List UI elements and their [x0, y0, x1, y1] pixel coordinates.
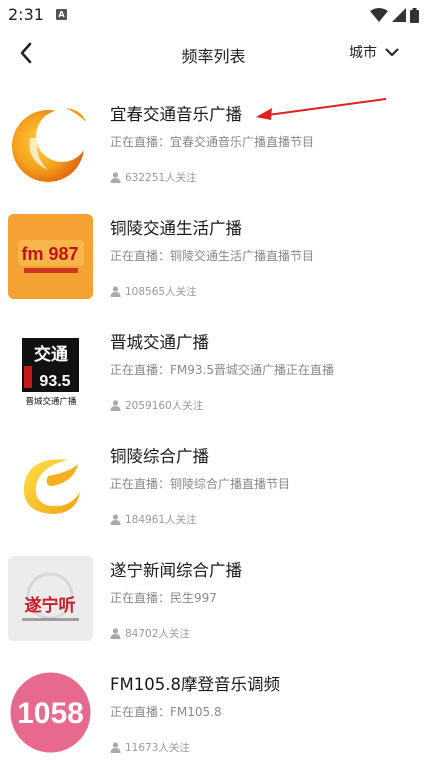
person-icon: [110, 742, 121, 753]
station-live-text: 正在直播：铜陵交通生活广播直播节目: [110, 249, 315, 263]
status-time: 2:31: [8, 5, 44, 24]
follower-count-text: 632251人关注: [125, 172, 197, 184]
person-icon: [110, 514, 121, 525]
person-icon: [110, 400, 121, 411]
station-live-text: 正在直播：铜陵综合广播直播节目: [110, 477, 291, 491]
follower-count: 84702人关注: [110, 626, 190, 641]
fm1058-logo-text: 1058: [17, 697, 84, 730]
signal-icon: [392, 8, 406, 22]
station-logo-fm1058[interactable]: 1058: [8, 670, 93, 755]
follower-count: 632251人关注: [110, 170, 197, 185]
station-name: 晋城交通广播: [110, 333, 209, 352]
status-bar: 2:31 A: [0, 0, 427, 30]
person-icon: [110, 172, 121, 183]
person-icon: [110, 628, 121, 639]
station-live-text: 正在直播：FM93.5晋城交通广播正在直播: [110, 363, 334, 377]
station-live-text: 正在直播：宜春交通音乐广播直播节目: [110, 135, 315, 149]
station-logo-yichun[interactable]: [8, 100, 93, 185]
station-logo-jincheng[interactable]: 交通 93.5 晋城交通广播: [8, 328, 93, 413]
city-filter-button[interactable]: 城市: [349, 42, 399, 62]
annotation-arrow: [256, 98, 387, 120]
city-filter-label: 城市: [349, 45, 377, 61]
station-item[interactable]: 铜陵综合广播 正在直播：铜陵综合广播直播节目 184961人关注: [0, 426, 427, 540]
station-live-text: 正在直播：FM105.8: [110, 705, 222, 719]
station-logo-tongling-general[interactable]: [8, 442, 93, 527]
station-item[interactable]: 交通 93.5 晋城交通广播 晋城交通广播 正在直播：FM93.5晋城交通广播正…: [0, 312, 427, 426]
person-icon: [110, 286, 121, 297]
nav-bar: 频率列表 城市: [0, 30, 427, 76]
follower-count: 2059160人关注: [110, 398, 203, 413]
tongling-logo-text: fm 987: [21, 244, 78, 264]
station-name: 铜陵交通生活广播: [110, 219, 242, 238]
follower-count-text: 84702人关注: [125, 628, 190, 640]
station-item[interactable]: 遂宁听 遂宁新闻综合广播 正在直播：民生997 84702人关注: [0, 540, 427, 654]
station-name: FM105.8摩登音乐调频: [110, 675, 280, 694]
notification-icon: A: [56, 9, 67, 20]
follower-count-text: 108565人关注: [125, 286, 197, 298]
follower-count-text: 184961人关注: [125, 514, 197, 526]
suining-logo-text: 遂宁听: [25, 595, 76, 616]
follower-count: 184961人关注: [110, 512, 197, 527]
station-logo-suining[interactable]: 遂宁听: [8, 556, 93, 641]
follower-count: 11673人关注: [110, 740, 190, 755]
station-name: 铜陵综合广播: [110, 447, 209, 466]
chevron-down-icon: [385, 48, 399, 56]
status-icons: [370, 7, 419, 23]
follower-count-text: 2059160人关注: [125, 400, 204, 412]
station-logo-tongling-traffic[interactable]: fm 987: [8, 214, 93, 299]
station-list: 宜春交通音乐广播 正在直播：宜春交通音乐广播直播节目 632251人关注 fm …: [0, 84, 427, 760]
battery-icon: [410, 7, 419, 23]
jincheng-logo-freq: 93.5: [39, 373, 70, 390]
follower-count-text: 11673人关注: [125, 742, 190, 754]
station-item[interactable]: 1058 FM105.8摩登音乐调频 正在直播：FM105.8 11673人关注: [0, 654, 427, 760]
wifi-icon: [370, 8, 388, 22]
follower-count: 108565人关注: [110, 284, 197, 299]
jincheng-logo-top: 交通: [34, 344, 68, 365]
jincheng-logo-bottom: 晋城交通广播: [25, 396, 77, 407]
station-name: 遂宁新闻综合广播: [110, 561, 242, 580]
station-live-text: 正在直播：民生997: [110, 591, 217, 605]
station-item[interactable]: fm 987 铜陵交通生活广播 正在直播：铜陵交通生活广播直播节目 108565…: [0, 198, 427, 312]
